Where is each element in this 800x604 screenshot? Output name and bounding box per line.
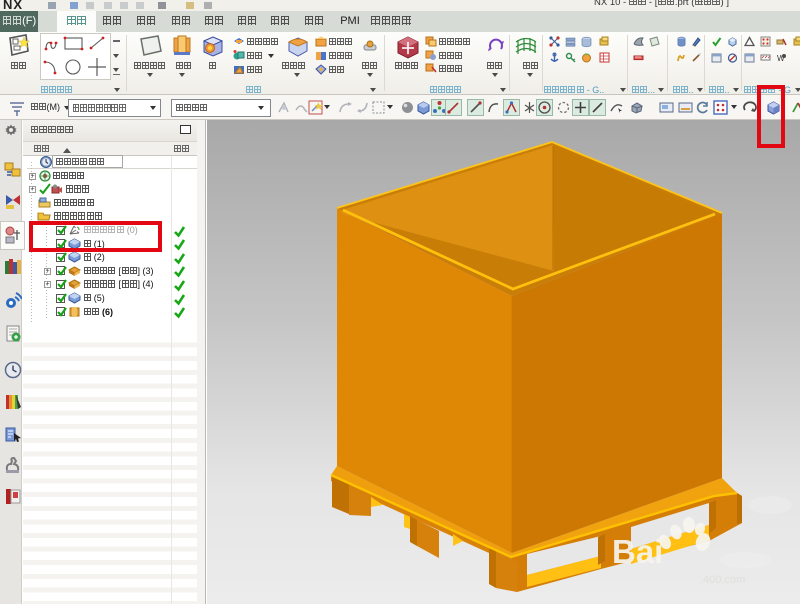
svg-text:.400.com: .400.com [700, 574, 745, 586]
svg-text:Bai: Bai [612, 533, 663, 570]
